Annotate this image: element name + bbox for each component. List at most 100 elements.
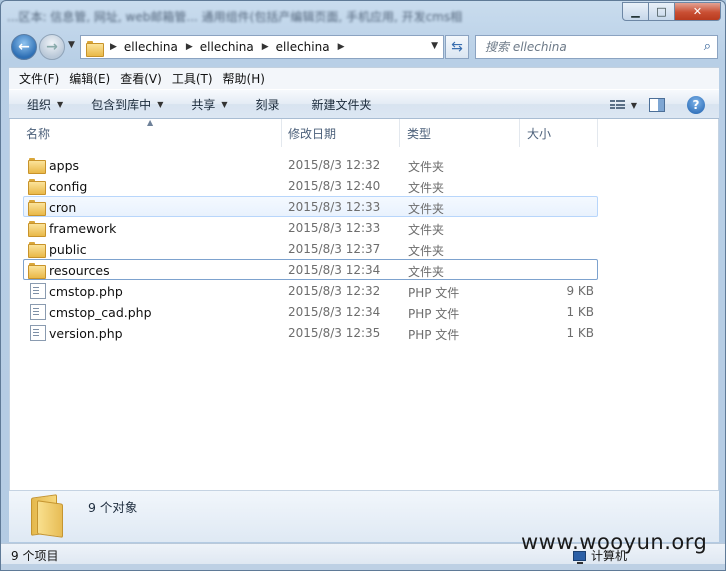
item-count: 9 个项目 bbox=[11, 549, 59, 563]
help-icon[interactable]: ? bbox=[687, 96, 705, 114]
forward-arrow-icon: → bbox=[46, 39, 58, 55]
column-header-name[interactable]: 名称 bbox=[10, 119, 282, 147]
menu-edit[interactable]: 编辑(E) bbox=[64, 70, 115, 87]
file-type: 文件夹 bbox=[408, 160, 445, 174]
include-library-label: 包含到库中 bbox=[91, 97, 152, 112]
file-type: 文件夹 bbox=[408, 181, 445, 195]
maximize-button[interactable]: □ bbox=[649, 2, 675, 21]
preview-pane-icon[interactable] bbox=[649, 98, 665, 112]
back-button[interactable]: ← bbox=[11, 34, 37, 60]
chevron-right-icon[interactable]: ▶ bbox=[110, 42, 117, 52]
refresh-icon: ⇆ bbox=[451, 39, 463, 55]
toolbar-right: ▼ ? bbox=[609, 90, 719, 120]
folder-icon bbox=[28, 158, 46, 174]
title-bar: ...区本: 信息管, 网址, web邮箱管... 通用组件(包括产编辑页面, … bbox=[1, 1, 725, 31]
chevron-down-icon: ▼ bbox=[57, 99, 64, 109]
menu-view[interactable]: 查看(V) bbox=[115, 70, 167, 87]
include-in-library-button[interactable]: 包含到库中 ▼ bbox=[83, 96, 171, 113]
file-size: 1 KB bbox=[566, 326, 594, 340]
folder-icon bbox=[28, 221, 46, 237]
menu-file[interactable]: 文件(F) bbox=[14, 70, 64, 87]
file-date: 2015/8/3 12:32 bbox=[288, 158, 381, 172]
file-icon bbox=[30, 283, 46, 299]
breadcrumb-item[interactable]: ellechina bbox=[276, 40, 330, 54]
file-name: apps bbox=[49, 158, 80, 173]
explorer-window: ...区本: 信息管, 网址, web邮箱管... 通用组件(包括产编辑页面, … bbox=[0, 0, 726, 571]
list-item[interactable]: version.php 2015/8/3 12:35 PHP 文件 1 KB bbox=[23, 322, 598, 343]
view-dropdown-chevron-icon[interactable]: ▼ bbox=[631, 101, 637, 110]
file-date: 2015/8/3 12:33 bbox=[288, 200, 381, 214]
command-bar: 组织 ▼ 包含到库中 ▼ 共享 ▼ 刻录 新建文件夹 ▼ ? bbox=[9, 89, 719, 119]
column-header-size[interactable]: 大小 bbox=[520, 119, 598, 147]
file-date: 2015/8/3 12:32 bbox=[288, 284, 381, 298]
share-label: 共享 bbox=[191, 97, 216, 112]
file-type: PHP 文件 bbox=[408, 307, 460, 321]
breadcrumb-item[interactable]: ellechina bbox=[124, 40, 178, 54]
chevron-right-icon[interactable]: ▶ bbox=[262, 42, 269, 52]
file-date: 2015/8/3 12:40 bbox=[288, 179, 381, 193]
list-item[interactable]: public 2015/8/3 12:37 文件夹 bbox=[23, 238, 598, 259]
chevron-down-icon: ▼ bbox=[221, 99, 228, 109]
search-input[interactable] bbox=[476, 36, 686, 58]
column-header-type[interactable]: 类型 bbox=[400, 119, 520, 147]
organize-label: 组织 bbox=[27, 97, 52, 112]
file-name: cmstop_cad.php bbox=[49, 305, 152, 320]
folder-icon bbox=[29, 494, 65, 538]
refresh-button[interactable]: ⇆ bbox=[445, 35, 469, 59]
menu-bar: 文件(F) 编辑(E) 查看(V) 工具(T) 帮助(H) bbox=[9, 67, 719, 89]
list-item[interactable]: resources 2015/8/3 12:34 文件夹 bbox=[23, 259, 598, 280]
search-icon[interactable]: ⌕ bbox=[704, 39, 711, 54]
recent-pages-dropdown[interactable]: ▼ bbox=[68, 40, 75, 50]
window-title: ...区本: 信息管, 网址, web邮箱管... 通用组件(包括产编辑页面, … bbox=[7, 10, 463, 24]
chevron-right-icon[interactable]: ▶ bbox=[338, 42, 345, 52]
list-item[interactable]: apps 2015/8/3 12:32 文件夹 bbox=[23, 154, 598, 175]
list-item[interactable]: cmstop_cad.php 2015/8/3 12:34 PHP 文件 1 K… bbox=[23, 301, 598, 322]
file-type: PHP 文件 bbox=[408, 328, 460, 342]
new-folder-button[interactable]: 新建文件夹 bbox=[304, 96, 380, 113]
burn-button[interactable]: 刻录 bbox=[248, 96, 288, 113]
burn-label: 刻录 bbox=[255, 97, 280, 112]
object-count: 9 个对象 bbox=[88, 500, 138, 515]
file-name: version.php bbox=[49, 326, 123, 341]
file-name: public bbox=[49, 242, 87, 257]
breadcrumb: ▶ ellechina ▶ ellechina ▶ ellechina ▶ bbox=[102, 40, 352, 54]
file-type: 文件夹 bbox=[408, 223, 445, 237]
chevron-down-icon: ▼ bbox=[157, 99, 164, 109]
address-row: ← → ▼ ▶ ellechina ▶ ellechina ▶ ellechin… bbox=[1, 31, 725, 63]
minimize-button[interactable]: ▁ bbox=[622, 2, 649, 21]
file-date: 2015/8/3 12:34 bbox=[288, 305, 381, 319]
list-item[interactable]: framework 2015/8/3 12:33 文件夹 bbox=[23, 217, 598, 238]
file-name: resources bbox=[49, 263, 110, 278]
file-icon bbox=[30, 325, 46, 341]
organize-button[interactable]: 组织 ▼ bbox=[19, 96, 71, 113]
file-date: 2015/8/3 12:35 bbox=[288, 326, 381, 340]
list-item[interactable]: cmstop.php 2015/8/3 12:32 PHP 文件 9 KB bbox=[23, 280, 598, 301]
folder-icon bbox=[28, 263, 46, 279]
file-icon bbox=[30, 304, 46, 320]
file-name: framework bbox=[49, 221, 117, 236]
window-controls: ▁ □ ✕ bbox=[622, 2, 721, 21]
watermark: www.wooyun.org bbox=[521, 530, 708, 554]
file-date: 2015/8/3 12:34 bbox=[288, 263, 381, 277]
address-history-dropdown[interactable]: ▼ bbox=[431, 41, 438, 51]
window-bottom-edge bbox=[1, 564, 725, 570]
file-name: cron bbox=[49, 200, 77, 215]
file-type: 文件夹 bbox=[408, 244, 445, 258]
share-button[interactable]: 共享 ▼ bbox=[183, 96, 235, 113]
view-options-icon[interactable] bbox=[609, 99, 625, 111]
file-list-pane: ▲ 名称 修改日期 类型 大小 apps 2015/8/3 12:32 文件夹 … bbox=[9, 119, 719, 490]
file-type: 文件夹 bbox=[408, 265, 445, 279]
list-item[interactable]: cron 2015/8/3 12:33 文件夹 bbox=[23, 196, 598, 217]
new-folder-label: 新建文件夹 bbox=[311, 97, 372, 112]
forward-button[interactable]: → bbox=[39, 34, 65, 60]
folder-icon bbox=[28, 200, 46, 216]
column-header-date[interactable]: 修改日期 bbox=[282, 119, 400, 147]
breadcrumb-item[interactable]: ellechina bbox=[200, 40, 254, 54]
address-bar[interactable]: ▶ ellechina ▶ ellechina ▶ ellechina ▶ ▼ bbox=[80, 35, 444, 59]
chevron-right-icon[interactable]: ▶ bbox=[186, 42, 193, 52]
menu-help[interactable]: 帮助(H) bbox=[218, 70, 270, 87]
close-button[interactable]: ✕ bbox=[675, 2, 721, 21]
folder-icon bbox=[86, 40, 104, 57]
list-item[interactable]: config 2015/8/3 12:40 文件夹 bbox=[23, 175, 598, 196]
menu-tools[interactable]: 工具(T) bbox=[167, 70, 218, 87]
